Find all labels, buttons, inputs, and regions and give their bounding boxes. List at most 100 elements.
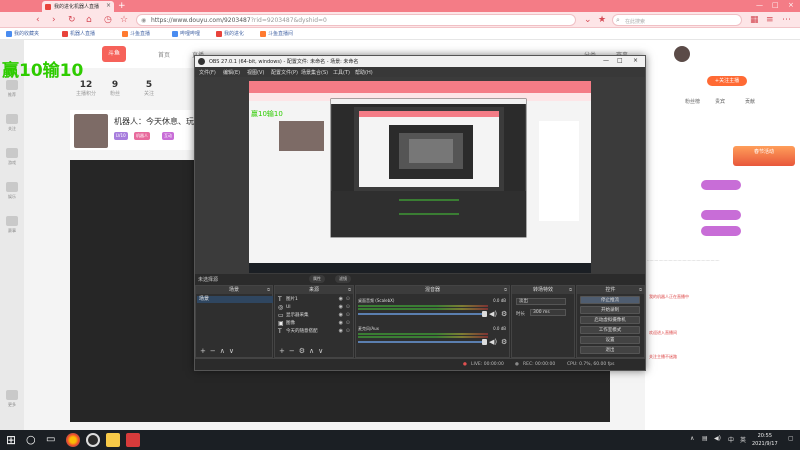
settings-button[interactable]: 设置 [580,336,640,344]
chevron-up-icon[interactable]: ∧ [690,435,694,442]
eye-icon[interactable]: ◉ [339,320,343,327]
menu-file[interactable]: 文件(F) [199,69,216,76]
star-icon[interactable]: ☆ [120,14,128,26]
close-icon[interactable]: × [788,1,794,9]
volume-slider[interactable] [358,341,486,343]
bookmark-item[interactable]: 斗鱼直播间 [260,30,293,37]
sidebar-icon[interactable] [6,114,18,124]
properties-button[interactable]: 属性 [309,275,325,283]
browser-tab[interactable]: 我的进化机器人直播 × [42,1,114,12]
speaker-icon[interactable]: ◀) [489,310,497,318]
streamer-avatar[interactable] [74,114,108,148]
search-input[interactable]: ⌕ 在此搜索 [612,14,742,26]
obs-preview-area[interactable]: 赢10输10 [195,77,645,274]
task-view-icon[interactable]: ▭ [46,433,55,447]
stop-streaming-button[interactable]: 停止推流 [580,296,640,304]
lock-icon[interactable]: ⊙ [346,320,350,327]
sidebar-icon[interactable] [6,390,18,400]
scenes-toolbar[interactable]: +−∧∨ [200,347,238,355]
sidebar-icon[interactable] [6,216,18,226]
notification-icon[interactable]: ▢ [788,435,794,442]
eye-icon[interactable]: ◉ [339,328,343,335]
minimize-icon[interactable]: — [603,57,609,64]
home-icon[interactable]: ⌂ [86,14,92,26]
maximize-icon[interactable]: □ [617,57,623,64]
bookmark-item[interactable]: 我的进化 [216,30,244,37]
bookmark-item[interactable]: 哔哩哔哩 [172,30,200,37]
tag-chip[interactable]: 机器人 [134,132,150,140]
app-icon[interactable] [126,433,140,447]
start-recording-button[interactable]: 开始录制 [580,306,640,314]
back-icon[interactable]: ‹ [36,14,40,26]
exit-button[interactable]: 退出 [580,346,640,354]
ime-icon[interactable]: 中 [728,435,734,444]
menu-scene-collection[interactable]: 场景集合(S) [301,69,328,76]
taskbar-clock[interactable]: 20:55 2021/9/17 [752,432,778,448]
eye-icon[interactable]: ◉ [339,312,343,319]
follow-button[interactable]: +关注主播 [707,76,747,86]
forward-icon[interactable]: › [52,14,56,26]
menu-icon[interactable]: ≡ [766,14,774,26]
virtual-camera-button[interactable]: 启动虚拟摄像机 [580,316,640,324]
scene-item[interactable]: 场景 [197,296,273,303]
bookmark-item[interactable]: 斗鱼直播 [122,30,150,37]
sidebar-icon[interactable] [6,182,18,192]
sidebar-icon[interactable] [6,80,18,90]
menu-profile[interactable]: 配置文件(P) [271,69,298,76]
preview-canvas[interactable]: 赢10输10 [249,81,591,273]
source-item[interactable]: ▭ 显示器采集 ◉ ⊙ [277,312,351,319]
extension-icon[interactable]: ▦ [750,14,759,26]
user-avatar[interactable] [674,46,690,62]
search-icon[interactable]: ○ [26,433,36,447]
studio-mode-button[interactable]: 工作室模式 [580,326,640,334]
lock-icon[interactable]: ⊙ [346,296,350,303]
network-icon[interactable]: ▤ [702,435,708,442]
tab-contrib[interactable]: 贡献 [745,98,755,105]
eye-icon[interactable]: ◉ [339,304,343,311]
tag-chip[interactable]: 互动 [162,132,174,140]
refresh-icon[interactable]: ↻ [68,14,76,26]
bookmark-item[interactable]: 我的收藏夹 [6,30,39,37]
lock-icon[interactable]: ⊙ [346,304,350,311]
promo-card[interactable]: 春节活动 [733,146,795,166]
transition-select[interactable]: 淡出 [516,298,566,305]
speaker-icon[interactable]: ◀) [489,338,497,346]
more-icon[interactable]: ⋯ [782,14,791,26]
source-item[interactable]: T 今天的随意搭配 ◉ ⊙ [277,328,351,335]
minimize-icon[interactable]: — [756,1,763,9]
volume-knob[interactable] [482,311,487,317]
lock-icon[interactable]: ⊙ [346,328,350,335]
menu-tools[interactable]: 工具(T) [333,69,350,76]
duration-input[interactable]: 300 ms [530,309,566,316]
menu-edit[interactable]: 编辑(E) [223,69,240,76]
dropdown-icon[interactable]: ⌄ [584,14,592,26]
tab-vip[interactable]: 贵宾 [715,98,725,105]
source-item[interactable]: T 图片1 ◉ ⊙ [277,296,351,303]
source-item[interactable]: ▣ 图像 ◉ ⊙ [277,320,351,327]
obs-icon[interactable] [86,433,100,447]
source-item[interactable]: ◎ UI ◉ ⊙ [277,304,351,311]
file-explorer-icon[interactable] [106,433,120,447]
star-icon[interactable]: ★ [598,14,606,26]
volume-knob[interactable] [482,339,487,345]
douyu-logo[interactable]: 斗鱼 [102,46,126,62]
menu-view[interactable]: 视图(V) [247,69,264,76]
eye-icon[interactable]: ◉ [339,296,343,303]
tab-close-icon[interactable]: × [106,2,111,9]
tab-fans[interactable]: 粉丝榜 [685,98,700,105]
gear-icon[interactable]: ⚙ [501,338,507,346]
chrome-icon[interactable] [66,433,80,447]
filters-button[interactable]: 滤镜 [335,275,351,283]
obs-titlebar[interactable]: OBS 27.0.1 (64-bit, windows) - 配置文件: 未命名… [195,56,645,67]
gear-icon[interactable]: ⚙ [501,310,507,318]
maximize-icon[interactable]: □ [772,1,779,9]
history-icon[interactable]: ◷ [104,14,112,26]
address-bar[interactable]: ◉ https://www.douyu.com/9203487?rid=9203… [136,14,576,26]
bookmark-item[interactable]: 机器人直播 [62,30,95,37]
sources-toolbar[interactable]: +−⚙∧∨ [279,347,327,355]
menu-help[interactable]: 帮助(H) [355,69,373,76]
volume-icon[interactable]: ◀) [714,435,721,442]
windows-start-icon[interactable]: ⊞ [6,433,16,447]
lock-icon[interactable]: ⊙ [346,312,350,319]
nav-home[interactable]: 首页 [158,50,170,59]
